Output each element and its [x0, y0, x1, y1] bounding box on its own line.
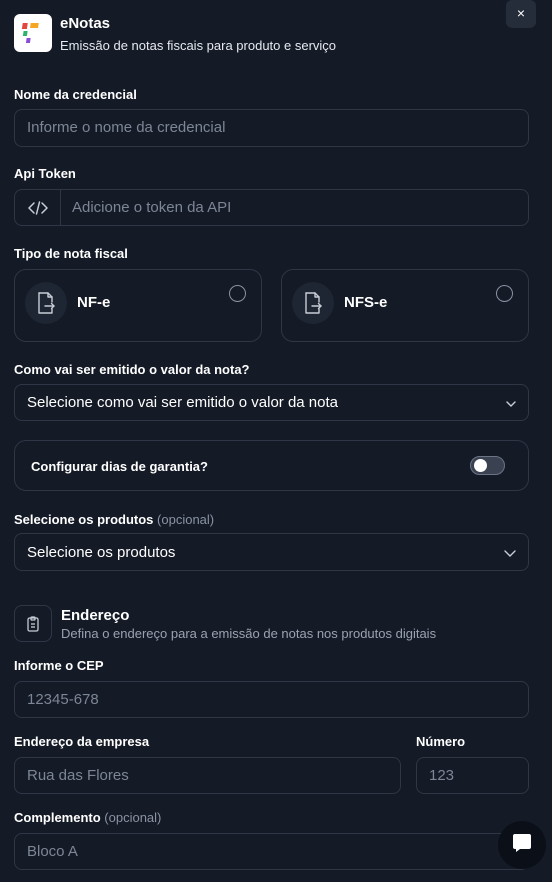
products-label-text: Selecione os produtos: [14, 512, 154, 527]
emission-select-value: Selecione como vai ser emitido o valor d…: [27, 394, 339, 411]
chevron-down-icon: [504, 544, 516, 561]
products-select-value: Selecione os produtos: [27, 543, 176, 561]
warranty-label: Configurar dias de garantia?: [31, 459, 208, 474]
chevron-down-icon: [506, 394, 516, 411]
nfse-label: NFS-e: [344, 294, 388, 311]
clipboard-icon: [14, 605, 52, 642]
close-button[interactable]: ×: [506, 0, 536, 28]
warranty-toggle[interactable]: [470, 456, 505, 475]
chat-button[interactable]: [498, 821, 546, 869]
credential-input[interactable]: Informe o nome da credencial: [14, 109, 529, 147]
products-select[interactable]: Selecione os produtos: [14, 533, 529, 571]
complement-input[interactable]: Bloco A: [14, 833, 529, 870]
products-optional: (opcional): [157, 512, 215, 527]
company-address-label: Endereço da empresa: [14, 734, 150, 749]
emission-select[interactable]: Selecione como vai ser emitido o valor d…: [14, 384, 529, 421]
chat-icon: [511, 832, 533, 859]
api-token-label: Api Token: [14, 166, 76, 181]
emission-label: Como vai ser emitido o valor da nota?: [14, 362, 250, 377]
credential-label: Nome da credencial: [14, 87, 137, 102]
company-address-input[interactable]: Rua das Flores: [14, 757, 401, 794]
file-export-icon: [25, 282, 67, 324]
nfe-radio[interactable]: [229, 285, 246, 302]
api-token-input[interactable]: Adicione o token da API: [14, 189, 529, 226]
complement-optional: (opcional): [104, 810, 162, 825]
invoice-option-nfse[interactable]: NFS-e: [281, 269, 529, 342]
api-token-placeholder: Adicione o token da API: [72, 199, 232, 216]
enotas-logo: [14, 14, 52, 52]
nfe-label: NF-e: [77, 294, 111, 311]
app-subtitle: Emissão de notas fiscais para produto e …: [60, 38, 337, 53]
complement-label: Complemento (opcional): [14, 810, 161, 825]
invoice-option-nfe[interactable]: NF-e: [14, 269, 262, 342]
file-export-icon: [292, 282, 334, 324]
app-title: eNotas: [60, 15, 111, 32]
complement-label-text: Complemento: [14, 810, 101, 825]
number-label: Número: [416, 734, 466, 749]
number-input[interactable]: 123: [416, 757, 529, 794]
address-title: Endereço: [61, 607, 130, 624]
products-label: Selecione os produtos (opcional): [14, 512, 214, 527]
invoice-type-label: Tipo de nota fiscal: [14, 246, 128, 261]
cep-label: Informe o CEP: [14, 658, 104, 673]
address-subtitle: Defina o endereço para a emissão de nota…: [61, 626, 437, 641]
code-icon: [15, 190, 61, 225]
nfse-radio[interactable]: [496, 285, 513, 302]
cep-input[interactable]: 12345-678: [14, 681, 529, 718]
toggle-knob: [474, 459, 487, 472]
